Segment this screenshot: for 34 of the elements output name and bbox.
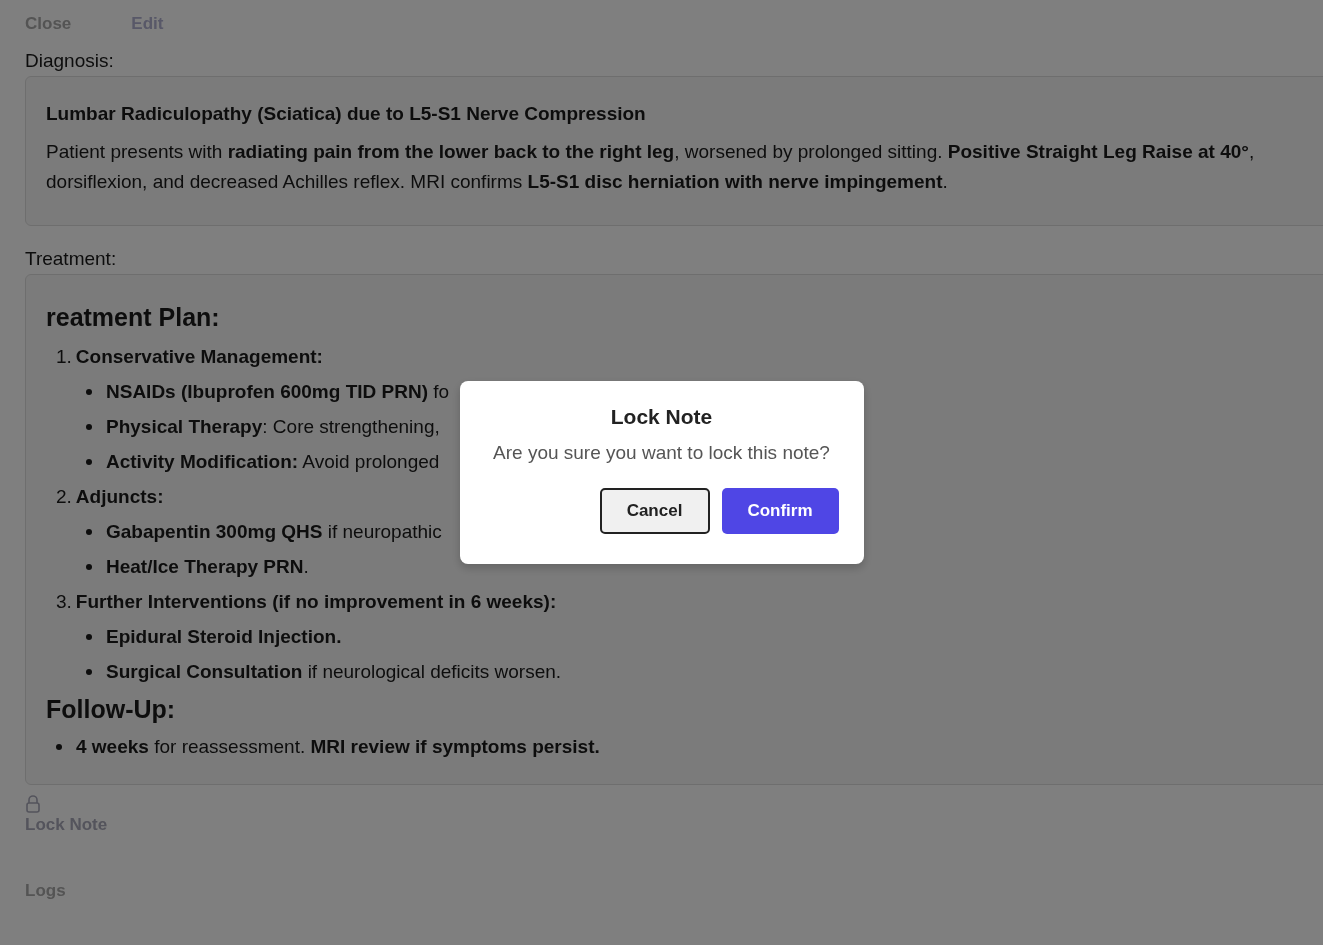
diagnosis-text: Patient presents with radiating pain from the lower back to the right leg, worsened by prolonged sitting. Positive Straight Leg Raise at 40°, <box>46 140 1256 164</box>
list-number: 1. <box>56 345 72 368</box>
dialog-title: Lock Note <box>610 405 713 429</box>
list-item-text: Physical Therapy: Core strengthening, <box>106 415 440 438</box>
diagnosis-text: dorsiflexion, and decreased Achilles reflex. MRI confirms L5-S1 disc herniation with nerve impingement. <box>46 170 949 194</box>
section-heading: Follow-Up: <box>46 694 177 725</box>
list-item-text: Gabapentin 300mg QHS if neuropathic <box>106 520 442 543</box>
section-label: Treatment: <box>25 248 118 271</box>
list-item-title: Conservative Management: <box>75 345 323 368</box>
lock-icon <box>25 795 41 813</box>
list-item-title: Further Interventions (if no improvement in 6 weeks): <box>75 590 557 613</box>
list-item-text: Heat/Ice Therapy PRN. <box>106 555 309 578</box>
bullet-icon <box>86 388 92 395</box>
list-number: 2. <box>56 485 72 508</box>
list-item-text: Epidural Steroid Injection. <box>106 625 342 648</box>
bullet-icon <box>86 668 92 675</box>
list-item-text: Surgical Consultation if neurological deficits worsen. <box>106 660 562 683</box>
section-heading: reatment Plan: <box>46 302 221 333</box>
bullet-icon <box>86 528 92 535</box>
diagnosis-title: Lumbar Radiculopathy (Sciatica) due to L5-S1 Nerve Compression <box>46 103 647 126</box>
list-number: 3. <box>56 590 72 613</box>
dialog-message: Are you sure you want to lock this note? <box>493 442 830 464</box>
section-label: Diagnosis: <box>25 50 115 73</box>
list-item-text: 4 weeks for reassessment. MRI review if symptoms persist. <box>76 735 600 758</box>
bullet-icon <box>56 743 62 750</box>
cancel-button[interactable]: Cancel <box>599 488 710 534</box>
confirm-button[interactable]: Confirm <box>721 488 839 534</box>
bullet-icon <box>86 423 92 430</box>
bullet-icon <box>86 563 92 570</box>
list-item-title: Adjuncts: <box>75 485 164 508</box>
list-item-text: Activity Modification: Avoid prolonged <box>106 450 440 473</box>
list-item-text: NSAIDs (Ibuprofen 600mg TID PRN) fo <box>106 380 450 403</box>
bullet-icon <box>86 633 92 640</box>
bullet-icon <box>86 458 92 465</box>
